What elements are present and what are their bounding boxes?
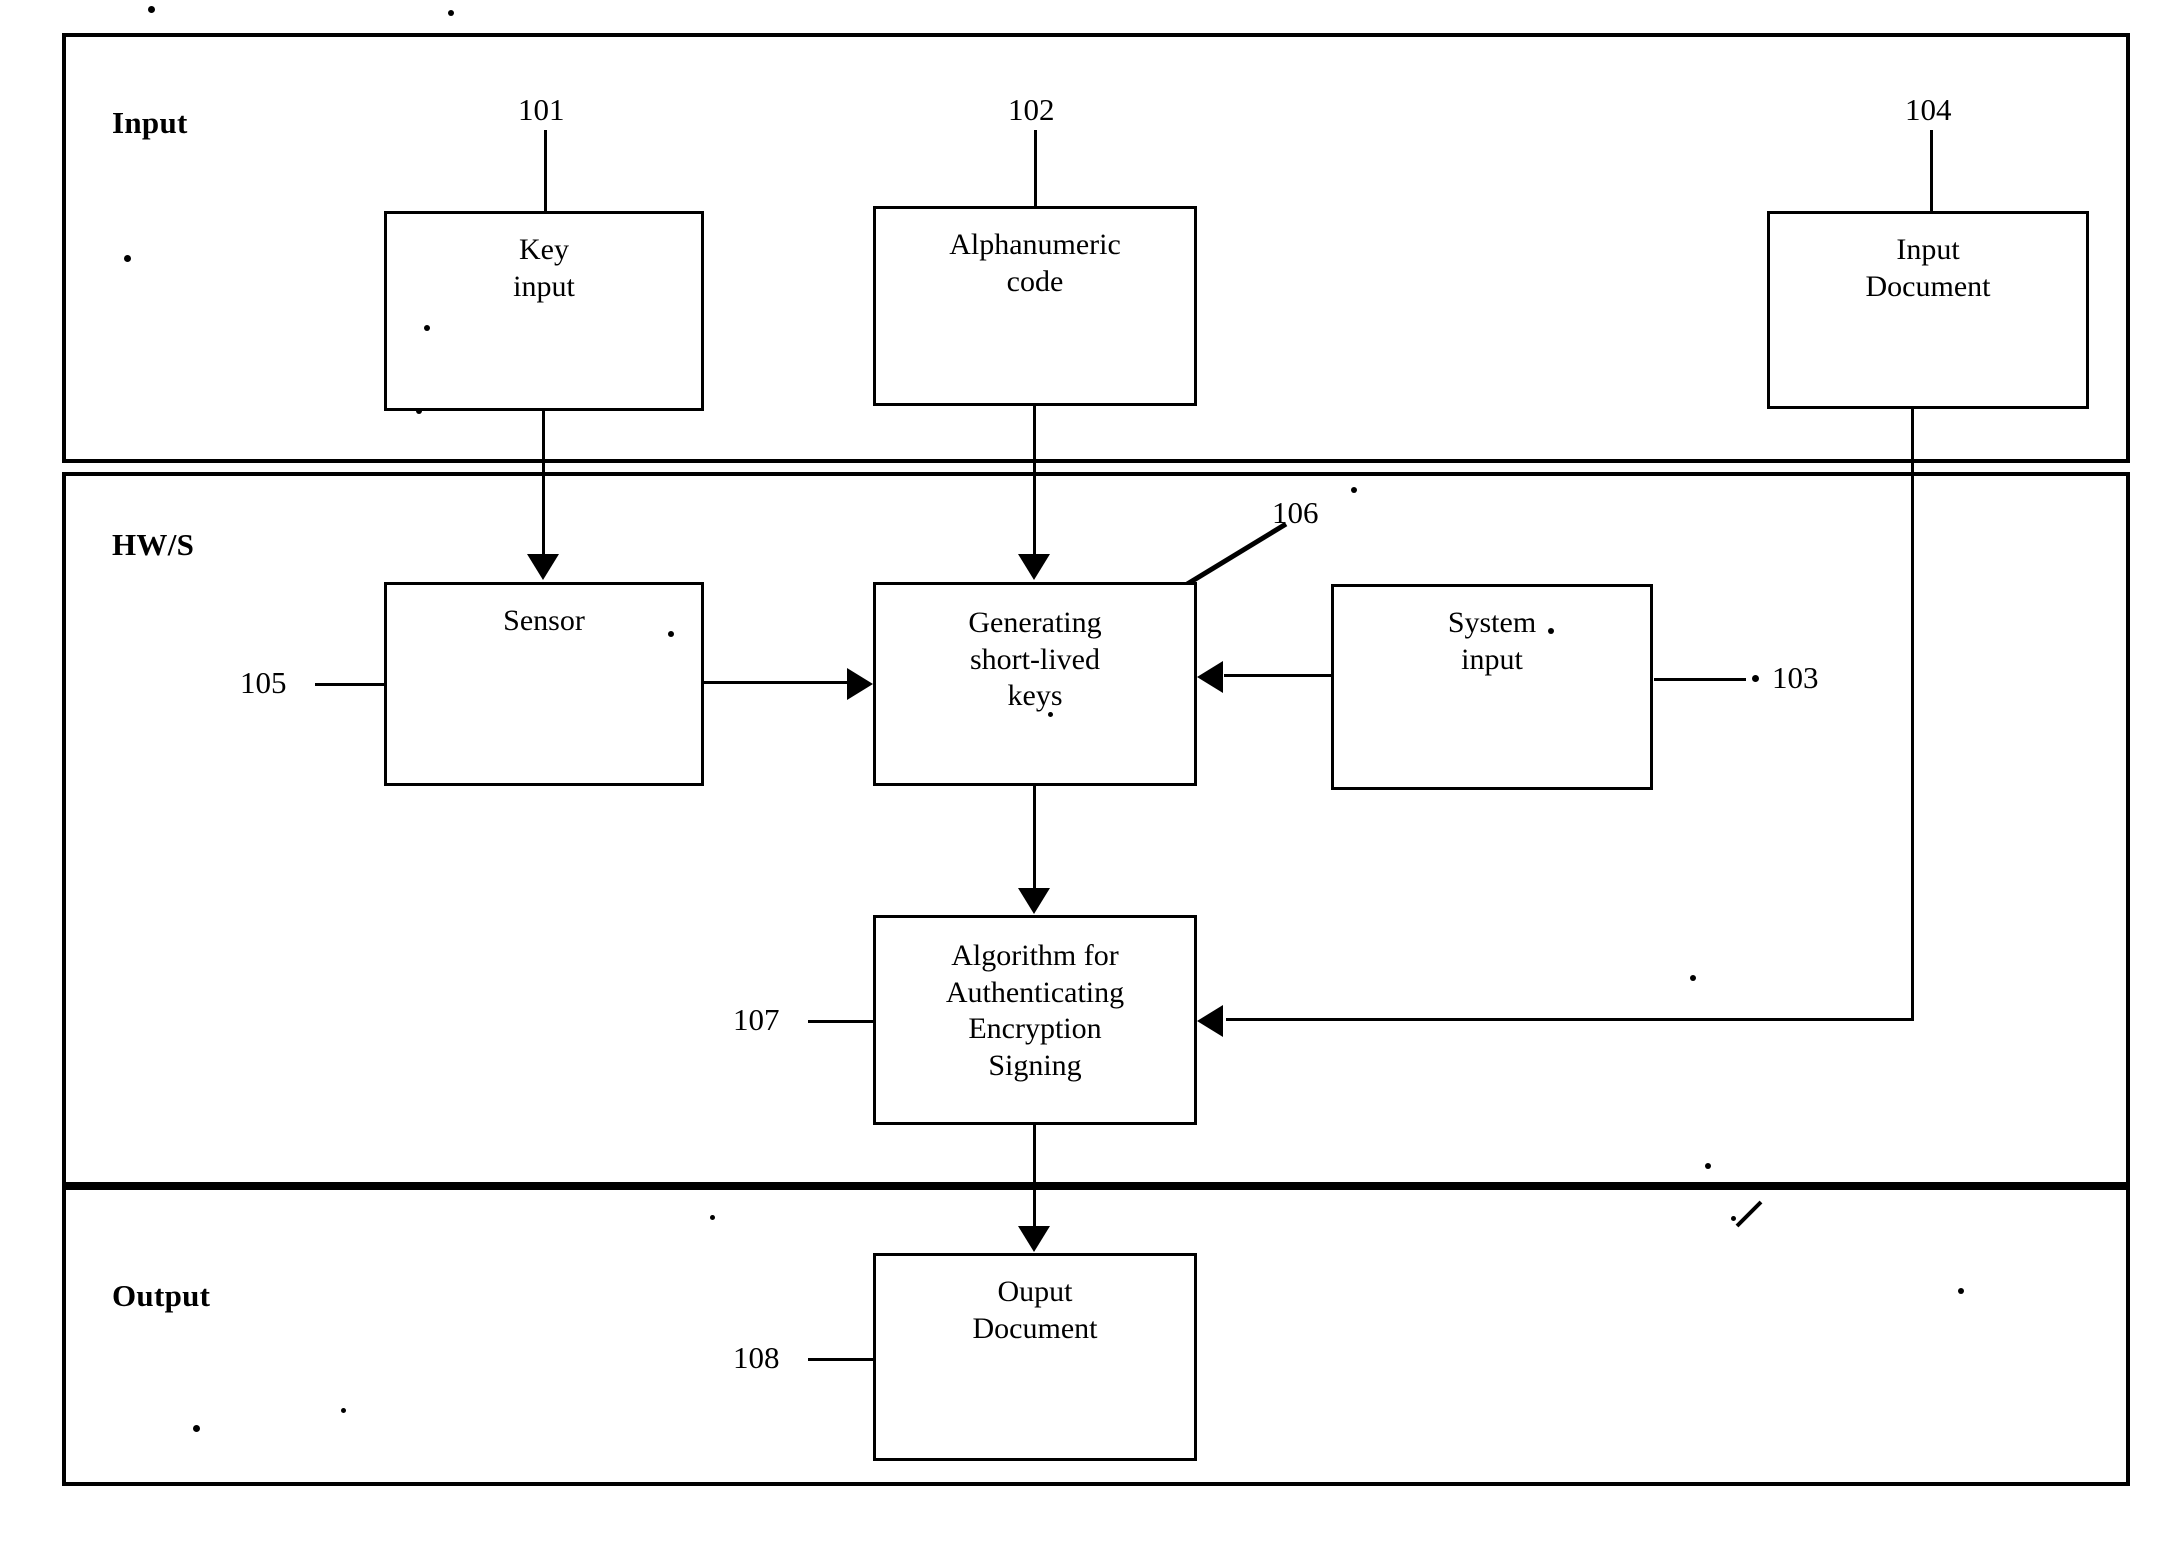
scan-speck — [448, 10, 454, 16]
arrowhead-system-input-to-generating — [1197, 661, 1223, 693]
reference-numeral-101: 101 — [518, 92, 565, 127]
scan-speck — [1548, 628, 1554, 634]
scan-speck — [148, 6, 155, 13]
connector-sensor-to-generating — [704, 681, 849, 684]
arrowhead-sensor-to-generating — [847, 668, 873, 700]
arrowhead-input-document-to-algorithm — [1197, 1005, 1223, 1037]
scan-speck — [668, 631, 674, 637]
arrowhead-key-input-to-sensor — [527, 554, 559, 580]
block-generating-short-lived-keys[interactable]: Generating short-lived keys — [873, 582, 1197, 786]
block-algorithm[interactable]: Algorithm for Authenticating Encryption … — [873, 915, 1197, 1125]
scan-speck — [341, 1408, 346, 1413]
block-algorithm-label: Algorithm for Authenticating Encryption … — [945, 939, 1125, 1082]
reference-numeral-104: 104 — [1905, 92, 1952, 127]
block-input-document-label: Input Document — [1865, 233, 1991, 303]
scan-tick — [1735, 1200, 1763, 1228]
leader-line-108 — [808, 1358, 874, 1361]
scan-speck — [710, 1215, 715, 1220]
block-system-input[interactable]: System input — [1331, 584, 1653, 790]
scan-speck — [1048, 712, 1053, 717]
block-alphanumeric-code[interactable]: Alphanumeric code — [873, 206, 1197, 406]
connector-system-input-to-generating — [1224, 674, 1334, 677]
connector-key-input-to-sensor — [542, 411, 545, 556]
arrowhead-alphanumeric-to-generating — [1018, 554, 1050, 580]
block-input-document[interactable]: Input Document — [1767, 211, 2089, 409]
block-key-input-label: Key input — [513, 233, 575, 303]
scan-speck — [124, 255, 131, 262]
reference-numeral-107: 107 — [733, 1002, 780, 1037]
leader-stem-102 — [1034, 130, 1037, 207]
scan-speck — [193, 1425, 200, 1432]
connector-generating-to-algorithm — [1033, 786, 1036, 890]
reference-numeral-102: 102 — [1008, 92, 1055, 127]
block-sensor-label: Sensor — [503, 604, 585, 637]
leader-stem-104 — [1930, 130, 1933, 212]
connector-alphanumeric-to-generating — [1033, 406, 1036, 556]
connector-input-document-to-algorithm — [1226, 1018, 1914, 1021]
block-system-input-label: System input — [1447, 606, 1537, 676]
block-sensor[interactable]: Sensor — [384, 582, 704, 786]
block-output-document[interactable]: Ouput Document — [873, 1253, 1197, 1461]
connector-input-document-vertical — [1911, 409, 1914, 1020]
section-label-hws: HW/S — [112, 527, 195, 562]
connector-algorithm-to-output-document — [1033, 1125, 1036, 1228]
scan-speck — [416, 408, 422, 414]
reference-numeral-108: 108 — [733, 1340, 780, 1375]
figure-canvas: Input HW/S Output 101 102 104 106 105 10… — [0, 0, 2159, 1555]
scan-speck — [424, 325, 430, 331]
section-label-output: Output — [112, 1278, 211, 1313]
arrowhead-generating-to-algorithm — [1018, 888, 1050, 914]
arrowhead-algorithm-to-output-document — [1018, 1226, 1050, 1252]
block-generating-short-lived-keys-label: Generating short-lived keys — [968, 606, 1102, 713]
block-output-document-label: Ouput Document — [972, 1275, 1098, 1345]
section-label-input: Input — [112, 105, 188, 140]
scan-speck — [1958, 1288, 1964, 1294]
scan-speck — [1690, 975, 1696, 981]
leader-dot-103 — [1752, 675, 1759, 682]
block-key-input[interactable]: Key input — [384, 211, 704, 411]
leader-line-105 — [315, 683, 385, 686]
block-alphanumeric-code-label: Alphanumeric code — [949, 228, 1121, 298]
leader-line-103 — [1654, 678, 1746, 681]
scan-speck — [1705, 1163, 1711, 1169]
leader-stem-101 — [544, 130, 547, 212]
reference-numeral-106: 106 — [1272, 495, 1319, 530]
scan-speck — [1351, 487, 1357, 493]
reference-numeral-103: 103 — [1772, 660, 1819, 695]
reference-numeral-105: 105 — [240, 665, 287, 700]
leader-line-107 — [808, 1020, 874, 1023]
